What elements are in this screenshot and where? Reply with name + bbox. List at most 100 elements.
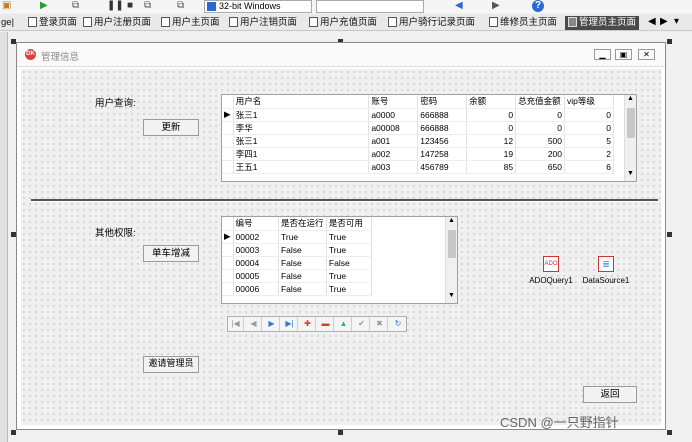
grid-cell[interactable]: 666888 [417, 121, 468, 135]
table-row[interactable]: ▶ 张三1 a0000 666888 0 0 0 [222, 108, 614, 122]
tab-recharge[interactable]: 用户充值页面 [309, 16, 377, 30]
tab-admin-main[interactable]: 管理员主页面 [565, 16, 640, 30]
stop-icon[interactable]: ■ [127, 0, 133, 12]
bike-adjust-button[interactable]: 单车增减 [143, 245, 199, 262]
tab-0[interactable]: ge| [1, 16, 14, 30]
column-header[interactable]: 用户名 [233, 95, 370, 109]
refresh-data-icon[interactable]: ↻ [390, 317, 406, 331]
grid-cell[interactable]: 19 [466, 147, 517, 161]
grid-cell[interactable]: a003 [368, 160, 419, 174]
grid-cell[interactable]: 500 [515, 134, 566, 148]
pause-icon[interactable]: ❚❚ [107, 0, 124, 12]
grid-cell[interactable]: True [326, 282, 373, 296]
platform-select[interactable]: 32-bit Windows [204, 0, 312, 13]
chevron-down-icon[interactable]: ▼ [627, 170, 634, 177]
selection-handle[interactable] [667, 39, 672, 44]
grid-cell[interactable]: 0 [564, 108, 614, 122]
selection-handle[interactable] [667, 232, 672, 237]
table-row[interactable]: 李华 a00008 666888 0 0 0 [222, 121, 614, 135]
table-row[interactable]: 王五1 a003 456789 85 650 6 [222, 160, 614, 174]
column-header[interactable]: 密码 [417, 95, 468, 109]
column-header[interactable]: 余额 [466, 95, 517, 109]
chevron-up-icon[interactable]: ▲ [448, 217, 455, 224]
grid-cell[interactable]: 0 [515, 108, 566, 122]
grid-cell[interactable]: 00002 [233, 230, 279, 244]
first-record-icon[interactable]: |◀ [228, 317, 244, 331]
grid-cell[interactable]: 王五1 [233, 160, 370, 174]
grid-cell[interactable]: 张三1 [233, 134, 370, 148]
grid-cell[interactable]: 666888 [417, 108, 468, 122]
grid-cell[interactable]: 650 [515, 160, 566, 174]
grid-cell[interactable]: True [326, 230, 373, 244]
maximize-icon[interactable]: ▣ [615, 49, 632, 60]
users-grid-scrollbar[interactable]: ▲ ▼ [624, 95, 636, 181]
grid-cell[interactable]: 6 [564, 160, 614, 174]
cancel-edit-icon[interactable]: ✖ [372, 317, 388, 331]
grid-cell[interactable]: 200 [515, 147, 566, 161]
grid-cell[interactable]: 85 [466, 160, 517, 174]
post-record-icon[interactable]: ✔ [354, 317, 370, 331]
help-icon[interactable]: ? [532, 0, 544, 12]
close-icon[interactable]: ✕ [638, 49, 655, 60]
selection-handle[interactable] [667, 430, 672, 435]
back-button[interactable]: 返回 [583, 386, 637, 403]
step-icon[interactable]: ⧉ [72, 0, 79, 12]
config-select[interactable] [316, 0, 424, 13]
grid-cell[interactable]: False [278, 269, 327, 283]
column-header[interactable]: 账号 [368, 95, 419, 109]
table-row[interactable]: 张三1 a001 123456 12 500 5 [222, 134, 614, 148]
tab-scroll-right-icon[interactable]: ▶ [660, 16, 668, 28]
table-row[interactable]: 00006 False True [222, 282, 373, 296]
chevron-up-icon[interactable]: ▲ [627, 95, 634, 102]
grid-cell[interactable]: 00004 [233, 256, 279, 270]
tab-scroll-left-icon[interactable]: ◀ [648, 16, 656, 28]
column-header[interactable]: 编号 [233, 217, 279, 231]
grid-cell[interactable]: 456789 [417, 160, 468, 174]
table-row[interactable]: 00003 False True [222, 243, 373, 257]
grid-cell[interactable]: a002 [368, 147, 419, 161]
tab-register[interactable]: 用户注册页面 [83, 16, 151, 30]
tab-list-icon[interactable]: ▾ [674, 16, 679, 28]
build-icon[interactable]: ⧉ [177, 0, 184, 12]
grid-cell[interactable]: 00003 [233, 243, 279, 257]
tab-login[interactable]: 登录页面 [28, 16, 77, 30]
grid-cell[interactable]: 李华 [233, 121, 370, 135]
selection-handle[interactable] [11, 430, 16, 435]
bikes-grid-scrollbar[interactable]: ▲ ▼ [445, 217, 457, 303]
grid-cell[interactable]: True [326, 269, 373, 283]
grid-cell[interactable]: a0000 [368, 108, 419, 122]
grid-cell[interactable]: 5 [564, 134, 614, 148]
grid-cell[interactable]: 0 [564, 121, 614, 135]
grid-cell[interactable]: 00006 [233, 282, 279, 296]
grid-cell[interactable]: False [326, 256, 373, 270]
column-header[interactable]: 总充值金额 [515, 95, 566, 109]
grid-cell[interactable]: 李四1 [233, 147, 370, 161]
back-arrow-icon[interactable]: ◀ [455, 0, 463, 12]
scrollbar-thumb[interactable] [448, 230, 456, 258]
bikes-grid[interactable]: 编号 是否在运行 是否可用 ▶ 00002 True True 00003 Fa… [221, 216, 458, 304]
invite-admin-button[interactable]: 邀请管理员 [143, 356, 199, 373]
grid-cell[interactable]: 0 [515, 121, 566, 135]
grid-cell[interactable]: 123456 [417, 134, 468, 148]
chevron-down-icon[interactable]: ▼ [448, 292, 455, 299]
table-row[interactable]: 李四1 a002 147258 19 200 2 [222, 147, 614, 161]
next-record-icon[interactable]: ▶ [264, 317, 280, 331]
grid-cell[interactable]: 00005 [233, 269, 279, 283]
users-grid[interactable]: 用户名 账号 密码 余额 总充值金额 vip等级 ▶ 张三1 a0000 666… [221, 94, 637, 182]
refresh-button[interactable]: 更新 [143, 119, 199, 136]
delete-record-icon[interactable]: ▬ [318, 317, 334, 331]
grid-cell[interactable]: 147258 [417, 147, 468, 161]
scrollbar-thumb[interactable] [627, 108, 635, 138]
grid-cell[interactable]: False [278, 243, 327, 257]
grid-cell[interactable]: 0 [466, 108, 517, 122]
table-row[interactable]: 00005 False True [222, 269, 373, 283]
datasource-component[interactable]: ≣ DataSource1 [578, 256, 634, 285]
run-icon[interactable]: ▶ [40, 0, 48, 12]
trace-icon[interactable]: ⧉ [144, 0, 151, 12]
grid-cell[interactable]: a001 [368, 134, 419, 148]
grid-cell[interactable]: a00008 [368, 121, 419, 135]
column-header[interactable]: 是否在运行 [278, 217, 327, 231]
tab-user-logout[interactable]: 用户注销页面 [229, 16, 297, 30]
grid-cell[interactable]: True [278, 230, 327, 244]
table-row[interactable]: 00004 False False [222, 256, 373, 270]
